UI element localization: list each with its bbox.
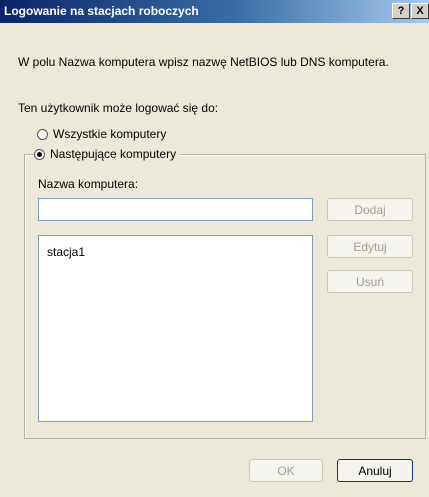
computer-name-label: Nazwa komputera: [38, 177, 139, 191]
logon-label: Ten użytkownik może logować się do: [18, 101, 219, 115]
help-button[interactable]: ? [392, 3, 410, 19]
instruction-text: W polu Nazwa komputera wpisz nazwę NetBI… [18, 55, 389, 69]
title-bar[interactable]: Logowanie na stacjach roboczych ? X [0, 0, 429, 23]
cancel-button[interactable]: Anuluj [337, 459, 413, 482]
radio-all-computers[interactable]: Wszystkie komputery [37, 127, 166, 141]
radio-icon[interactable] [37, 128, 48, 140]
close-button[interactable]: X [411, 3, 429, 19]
computer-name-input[interactable] [38, 198, 313, 221]
ok-button[interactable]: OK [249, 459, 323, 482]
window-title: Logowanie na stacjach roboczych [4, 4, 199, 18]
radio-following-computers[interactable]: Następujące komputery [34, 147, 181, 161]
remove-button[interactable]: Usuń [327, 270, 413, 293]
computers-listbox[interactable]: stacja1 [38, 235, 313, 422]
edit-button[interactable]: Edytuj [327, 235, 413, 258]
radio-icon-checked[interactable] [34, 148, 45, 160]
list-item[interactable]: stacja1 [47, 245, 85, 259]
radio-following-label: Następujące komputery [50, 147, 177, 161]
add-button[interactable]: Dodaj [327, 198, 413, 221]
radio-all-label: Wszystkie komputery [53, 127, 167, 141]
